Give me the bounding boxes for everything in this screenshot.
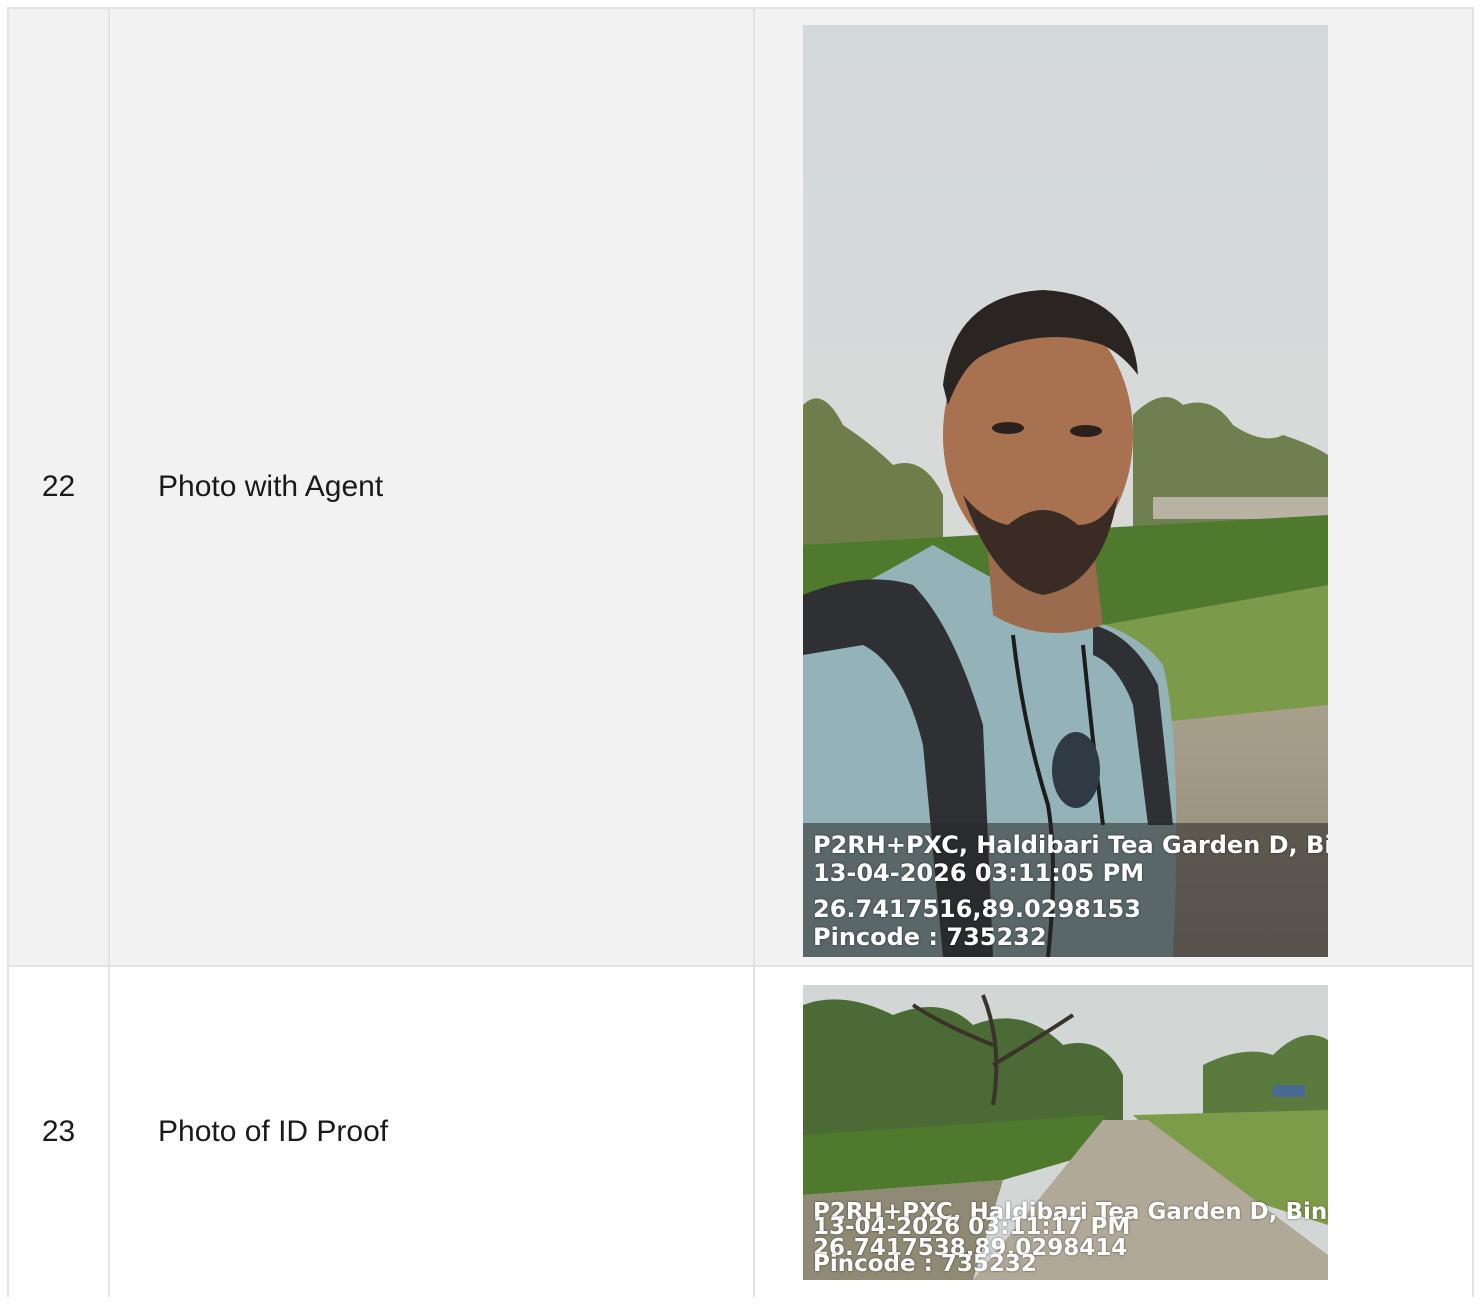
photo-stamp-pincode: Pincode : 735232 bbox=[813, 1251, 1037, 1277]
row-label-cell: Photo with Agent bbox=[110, 9, 755, 965]
row-number: 23 bbox=[41, 1115, 76, 1148]
selfie-image bbox=[803, 25, 1328, 957]
photo-stamp-datetime: 13-04-2026 03:11:05 PM bbox=[813, 859, 1145, 887]
row-label: Photo of ID Proof bbox=[158, 1115, 389, 1148]
row-photo-cell: P2RH+PXC, Haldibari Tea Garden D, Binnag… bbox=[755, 967, 1472, 1297]
photo-stamp-coords: 26.7417516,89.0298153 bbox=[813, 895, 1141, 923]
table-row: 23 Photo of ID Proof P2RH+PXC, Haldibari… bbox=[9, 967, 1472, 1307]
row-label-cell: Photo of ID Proof bbox=[110, 967, 755, 1297]
photo-stamp-address: P2RH+PXC, Haldibari Tea Garden D, Binnag… bbox=[813, 831, 1328, 859]
row-number-cell: 22 bbox=[9, 9, 110, 965]
photo-table: 22 Photo with Agent P2RH+PXC, Haldibari … bbox=[7, 7, 1474, 1307]
row-label: Photo with Agent bbox=[158, 470, 384, 503]
agent-selfie-photo[interactable]: P2RH+PXC, Haldibari Tea Garden D, Binnag… bbox=[803, 25, 1328, 957]
row-number-cell: 23 bbox=[9, 967, 110, 1297]
table-row: 22 Photo with Agent P2RH+PXC, Haldibari … bbox=[9, 9, 1472, 967]
id-proof-photo[interactable]: P2RH+PXC, Haldibari Tea Garden D, Binnag… bbox=[803, 985, 1328, 1280]
photo-stamp-pincode: Pincode : 735232 bbox=[813, 923, 1047, 951]
row-number: 22 bbox=[41, 470, 76, 503]
row-photo-cell: P2RH+PXC, Haldibari Tea Garden D, Binnag… bbox=[755, 9, 1472, 965]
